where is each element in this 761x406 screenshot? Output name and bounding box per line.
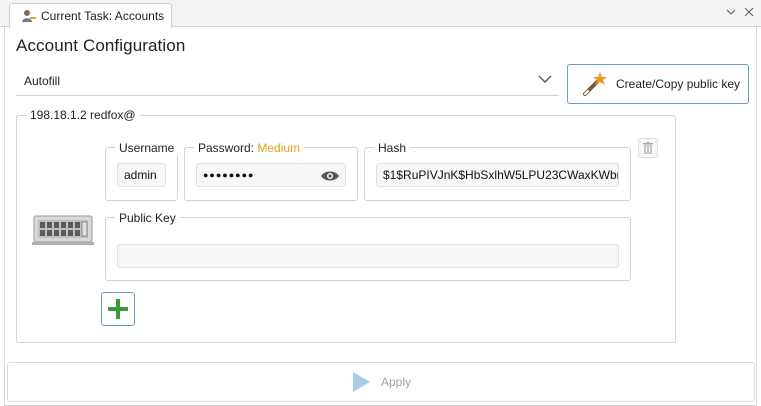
apply-button[interactable]: Apply [7,362,755,402]
close-icon[interactable] [743,6,755,18]
hash-label: Hash [374,141,411,155]
create-copy-public-key-label: Create/Copy public key [616,77,741,91]
trash-icon [643,142,653,154]
username-input[interactable]: admin [117,163,166,187]
autofill-selected-value: Autofill [24,73,61,88]
account-group-label: 198.18.1.2 redfox@ [26,108,140,122]
password-masked: ●●●●●●●● [203,170,255,180]
plus-icon [108,299,128,319]
apply-label: Apply [380,375,412,389]
user-key-icon [22,10,36,22]
hash-input[interactable]: $1$RuPIVJnK$HbSxlhW5LPU23CWaxKWbr1 [376,163,619,187]
public-key-input[interactable] [117,244,619,268]
create-copy-public-key-button[interactable]: Create/Copy public key [567,64,749,104]
tab-title: Current Task: Accounts [41,9,165,23]
eye-icon[interactable] [320,170,340,182]
page-title: Account Configuration [16,36,186,55]
password-strength: Medium [257,141,301,155]
network-device-icon [32,215,94,245]
username-label: Username [115,141,179,155]
password-label: Password: Medium [194,141,305,155]
chevron-down-icon[interactable] [725,6,737,18]
add-account-button[interactable] [101,292,135,326]
tab-current-task-accounts[interactable]: Current Task: Accounts [9,3,172,28]
autofill-dropdown[interactable]: Autofill [16,66,559,96]
tab-bar: Current Task: Accounts [0,0,761,28]
play-icon [352,372,370,392]
public-key-label: Public Key [115,211,180,225]
password-label-text: Password: [198,141,255,155]
delete-account-button[interactable] [638,138,658,158]
magic-wand-icon [583,72,607,96]
password-input[interactable]: ●●●●●●●● [196,163,346,187]
chevron-down-icon [538,75,552,83]
